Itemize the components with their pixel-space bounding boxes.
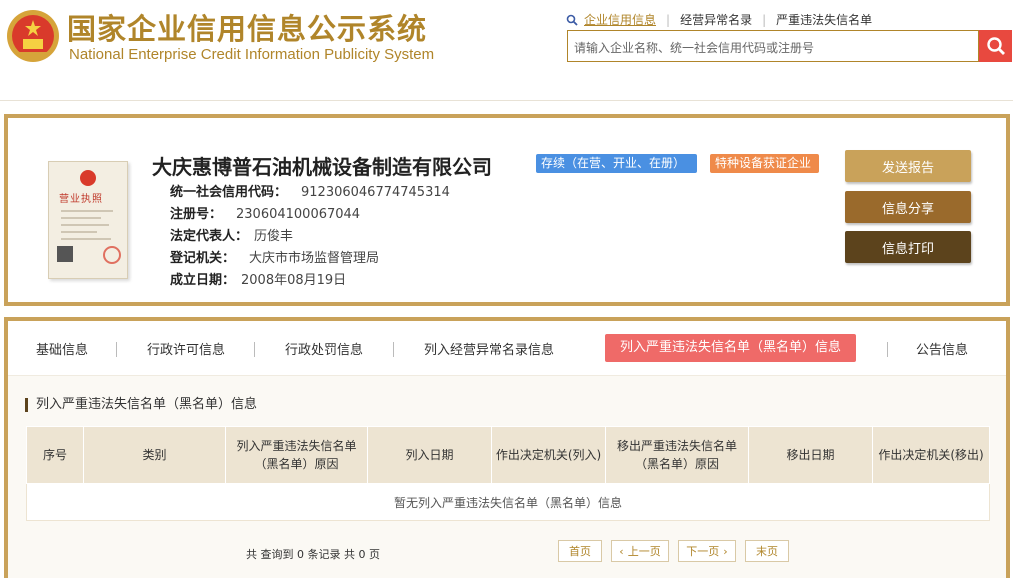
license-emblem-icon	[80, 170, 96, 186]
info-label: 统一社会信用代码：	[170, 185, 288, 200]
blacklist-table: 序号 类别 列入严重违法失信名单（黑名单）原因 列入日期 作出决定机关(列入) …	[26, 426, 990, 521]
license-text-line	[61, 217, 101, 219]
tab-divider	[254, 342, 255, 357]
pager-summary: 共 查询到 0 条记录 共 0 页	[246, 548, 380, 561]
national-emblem-icon	[7, 10, 59, 62]
tab-blacklist[interactable]: 列入严重违法失信名单（黑名单）信息	[605, 334, 857, 362]
nav-divider: |	[666, 12, 671, 27]
tab-bar: 基础信息 行政许可信息 行政处罚信息 列入经营异常名录信息 列入严重违法失信名单…	[8, 321, 1006, 375]
company-card: 营业执照 大庆惠博普石油机械设备制造有限公司 存续（在营、开业、在册） 特种设备…	[4, 114, 1010, 306]
detail-panel: 基础信息 行政许可信息 行政处罚信息 列入经营异常名录信息 列入严重违法失信名单…	[4, 317, 1010, 578]
info-value: 大庆市市场监督管理局	[249, 251, 380, 266]
last-page-button[interactable]: 末页	[745, 540, 789, 562]
info-value: 历俊丰	[254, 229, 294, 244]
tab-abnormal-list[interactable]: 列入经营异常名录信息	[424, 339, 554, 358]
license-seal	[103, 246, 121, 264]
tab-divider	[116, 342, 117, 357]
business-license-image[interactable]: 营业执照	[48, 161, 128, 279]
column-header: 列入日期	[367, 426, 492, 484]
empty-message: 暂无列入严重违法失信名单（黑名单）信息	[26, 483, 990, 521]
column-header: 移出严重违法失信名单（黑名单）原因	[605, 426, 749, 484]
info-value: 912306046774745314	[301, 185, 450, 200]
next-page-label: 下一页	[686, 545, 720, 558]
send-report-button[interactable]: 发送报告	[845, 150, 971, 182]
top-nav: 企业信用信息 | 经营异常名录 | 严重违法失信名单	[566, 11, 872, 28]
column-header: 作出决定机关(移出)	[872, 426, 990, 484]
column-header: 作出决定机关(列入)	[491, 426, 606, 484]
search-input[interactable]: 请输入企业名称、统一社会信用代码或注册号	[567, 30, 979, 62]
info-founded-date: 成立日期： 2008年08月19日	[170, 269, 346, 288]
tab-divider	[887, 342, 888, 357]
info-legal-rep: 法定代表人： 历俊丰	[170, 225, 293, 244]
info-label: 法定代表人：	[170, 229, 249, 244]
nav-link-abnormal-list[interactable]: 经营异常名录	[680, 11, 752, 28]
chevron-right-icon: ›	[723, 544, 728, 558]
tab-content: 列入严重违法失信名单（黑名单）信息 序号 类别 列入严重违法失信名单（黑名单）原…	[8, 375, 1006, 578]
license-text-line	[61, 231, 97, 233]
info-reg-number: 注册号： 230604100067044	[170, 203, 360, 222]
search-icon	[566, 14, 578, 26]
site-header: 国家企业信用信息公示系统 National Enterprise Credit …	[0, 0, 1013, 101]
nav-divider: |	[762, 12, 767, 27]
nav-link-credit-info[interactable]: 企业信用信息	[584, 11, 656, 28]
tag-badge: 特种设备获证企业	[710, 154, 819, 173]
column-header: 移出日期	[748, 426, 873, 484]
next-page-button[interactable]: 下一页 ›	[678, 540, 736, 562]
prev-page-button[interactable]: ‹ 上一页	[611, 540, 669, 562]
tab-admin-license[interactable]: 行政许可信息	[147, 339, 225, 358]
tab-basic-info[interactable]: 基础信息	[36, 339, 88, 358]
license-text-line	[61, 224, 109, 226]
column-header: 类别	[83, 426, 226, 484]
tab-admin-penalty[interactable]: 行政处罚信息	[285, 339, 363, 358]
first-page-button[interactable]: 首页	[558, 540, 602, 562]
search-button[interactable]	[979, 30, 1012, 62]
info-reg-authority: 登记机关： 大庆市市场监督管理局	[170, 247, 379, 266]
info-label: 成立日期：	[170, 273, 236, 288]
info-value: 230604100067044	[236, 207, 361, 222]
table-header-row: 序号 类别 列入严重违法失信名单（黑名单）原因 列入日期 作出决定机关(列入) …	[26, 426, 990, 484]
print-info-button[interactable]: 信息打印	[845, 231, 971, 263]
info-label: 登记机关：	[170, 251, 236, 266]
info-label: 注册号：	[170, 207, 223, 222]
tab-announcements[interactable]: 公告信息	[916, 339, 968, 358]
info-value: 2008年08月19日	[241, 273, 347, 288]
nav-link-blacklist[interactable]: 严重违法失信名单	[776, 11, 872, 28]
license-qr-code	[57, 246, 73, 262]
table-row: 暂无列入严重违法失信名单（黑名单）信息	[26, 483, 990, 521]
status-badge: 存续（在营、开业、在册）	[536, 154, 697, 173]
column-header: 列入严重违法失信名单（黑名单）原因	[225, 426, 368, 484]
tab-divider	[393, 342, 394, 357]
search-placeholder: 请输入企业名称、统一社会信用代码或注册号	[574, 41, 815, 55]
section-title: 列入严重违法失信名单（黑名单）信息	[25, 398, 257, 412]
license-text-line	[61, 238, 111, 240]
share-info-button[interactable]: 信息分享	[845, 191, 971, 223]
info-credit-code: 统一社会信用代码： 912306046774745314	[170, 181, 450, 200]
license-title: 营业执照	[59, 194, 103, 205]
search-icon	[986, 37, 1005, 55]
chevron-left-icon: ‹	[619, 544, 624, 558]
site-subtitle: National Enterprise Credit Information P…	[69, 46, 435, 63]
company-name: 大庆惠博普石油机械设备制造有限公司	[152, 155, 492, 179]
column-header: 序号	[26, 426, 84, 484]
site-title: 国家企业信用信息公示系统	[67, 12, 428, 46]
prev-page-label: 上一页	[627, 545, 661, 558]
license-text-line	[61, 210, 113, 212]
